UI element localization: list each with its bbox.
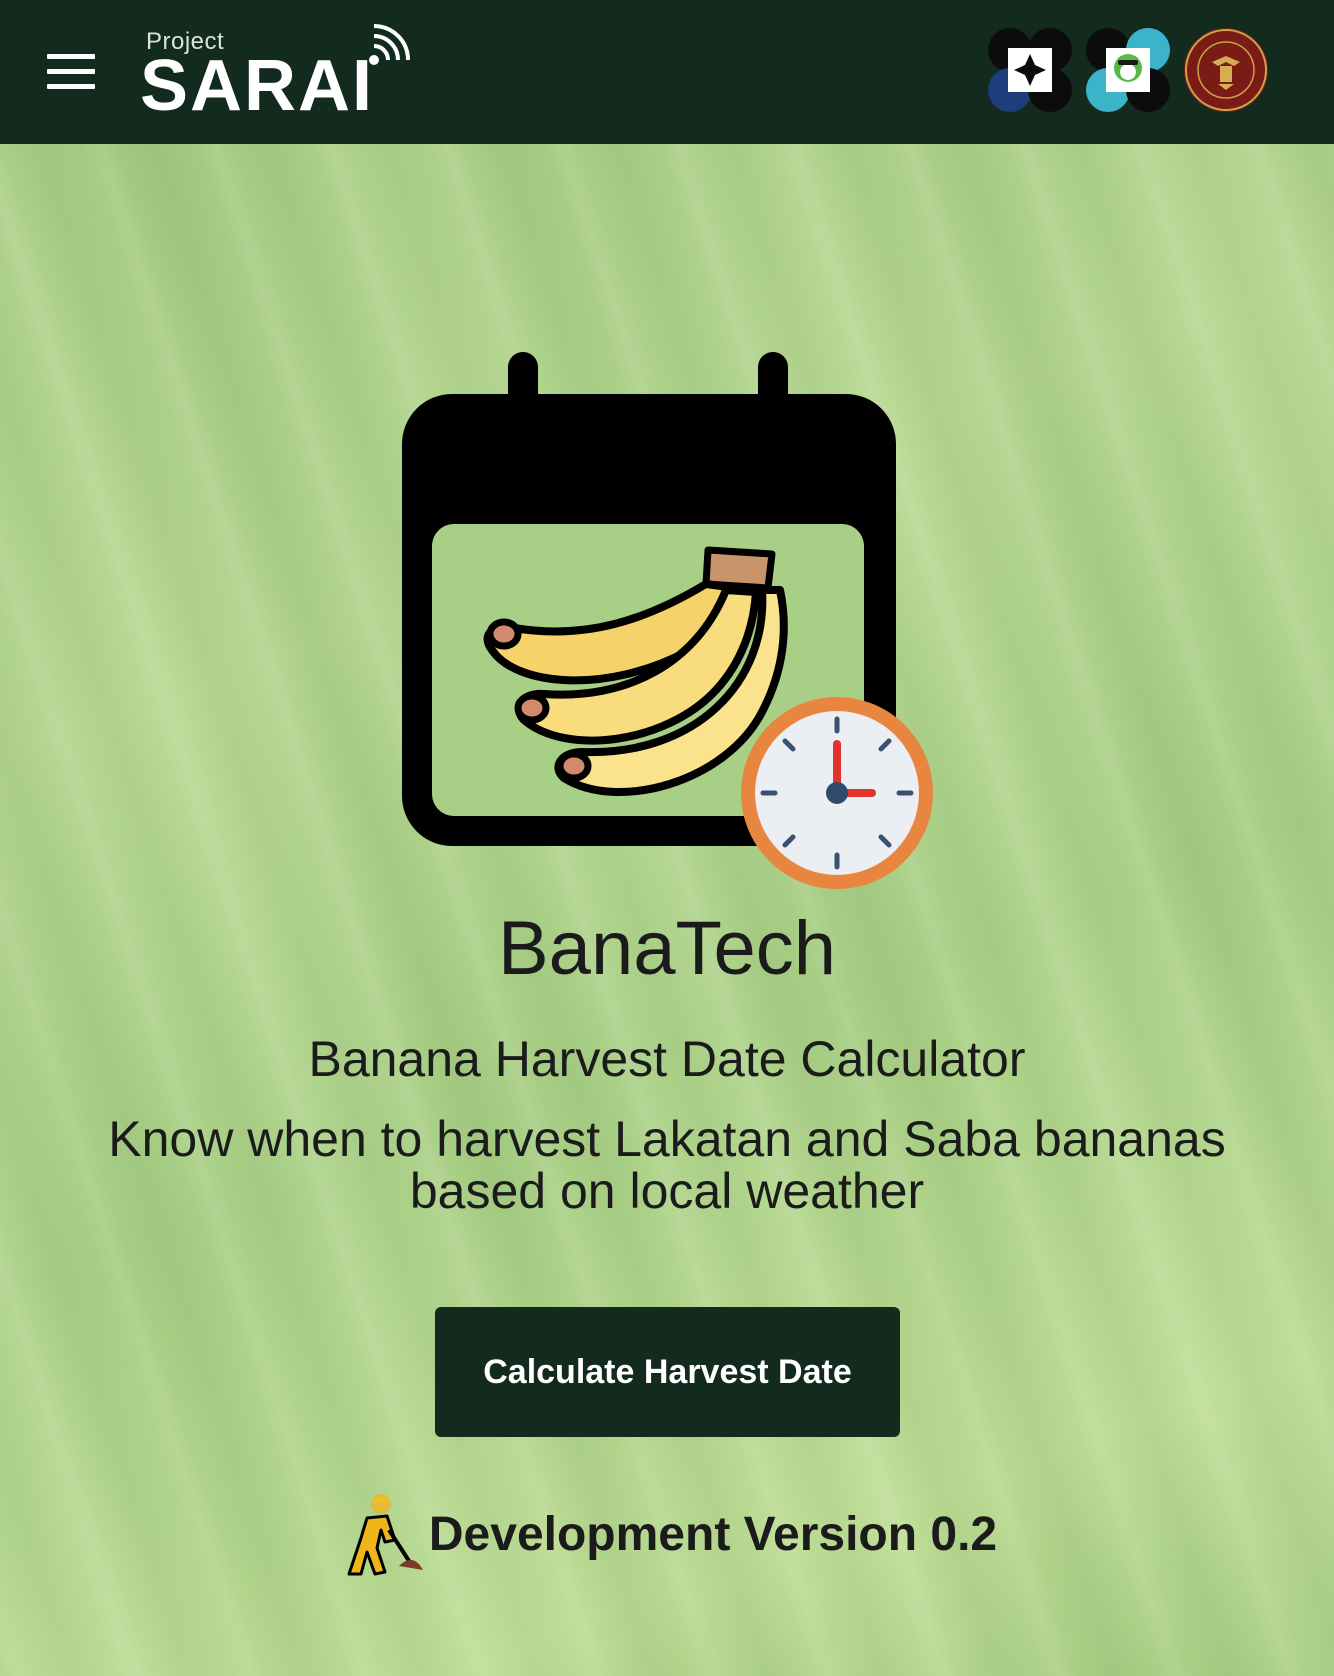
top-app-bar: Project SARAI (0, 0, 1334, 144)
app-title: BanaTech (497, 906, 837, 991)
banana-calendar-clock-icon (402, 352, 933, 889)
brand-name-text: SARAI (140, 46, 375, 126)
up-seal-logo (1184, 28, 1268, 112)
pcaarrd-logo (1086, 28, 1170, 112)
app-page: Project SARAI BanaTech Banana Harvest Da… (0, 0, 1334, 1676)
project-sarai-logo[interactable]: Project SARAI (140, 18, 410, 128)
dost-logo (988, 28, 1072, 112)
version-text: Development Version 0.2 (428, 1507, 998, 1561)
app-subtitle: Banana Harvest Date Calculator (308, 1031, 1026, 1087)
signal-icon (369, 24, 410, 65)
version-info: Development Version 0.2 (0, 1490, 1334, 1578)
construction-worker-icon (347, 1494, 423, 1576)
partner-logos (986, 26, 1286, 116)
app-description: Know when to harvest Lakatan and Saba ba… (108, 1111, 1226, 1219)
calculate-harvest-date-button[interactable]: Calculate Harvest Date (435, 1307, 900, 1437)
hamburger-menu-icon[interactable] (44, 50, 100, 94)
